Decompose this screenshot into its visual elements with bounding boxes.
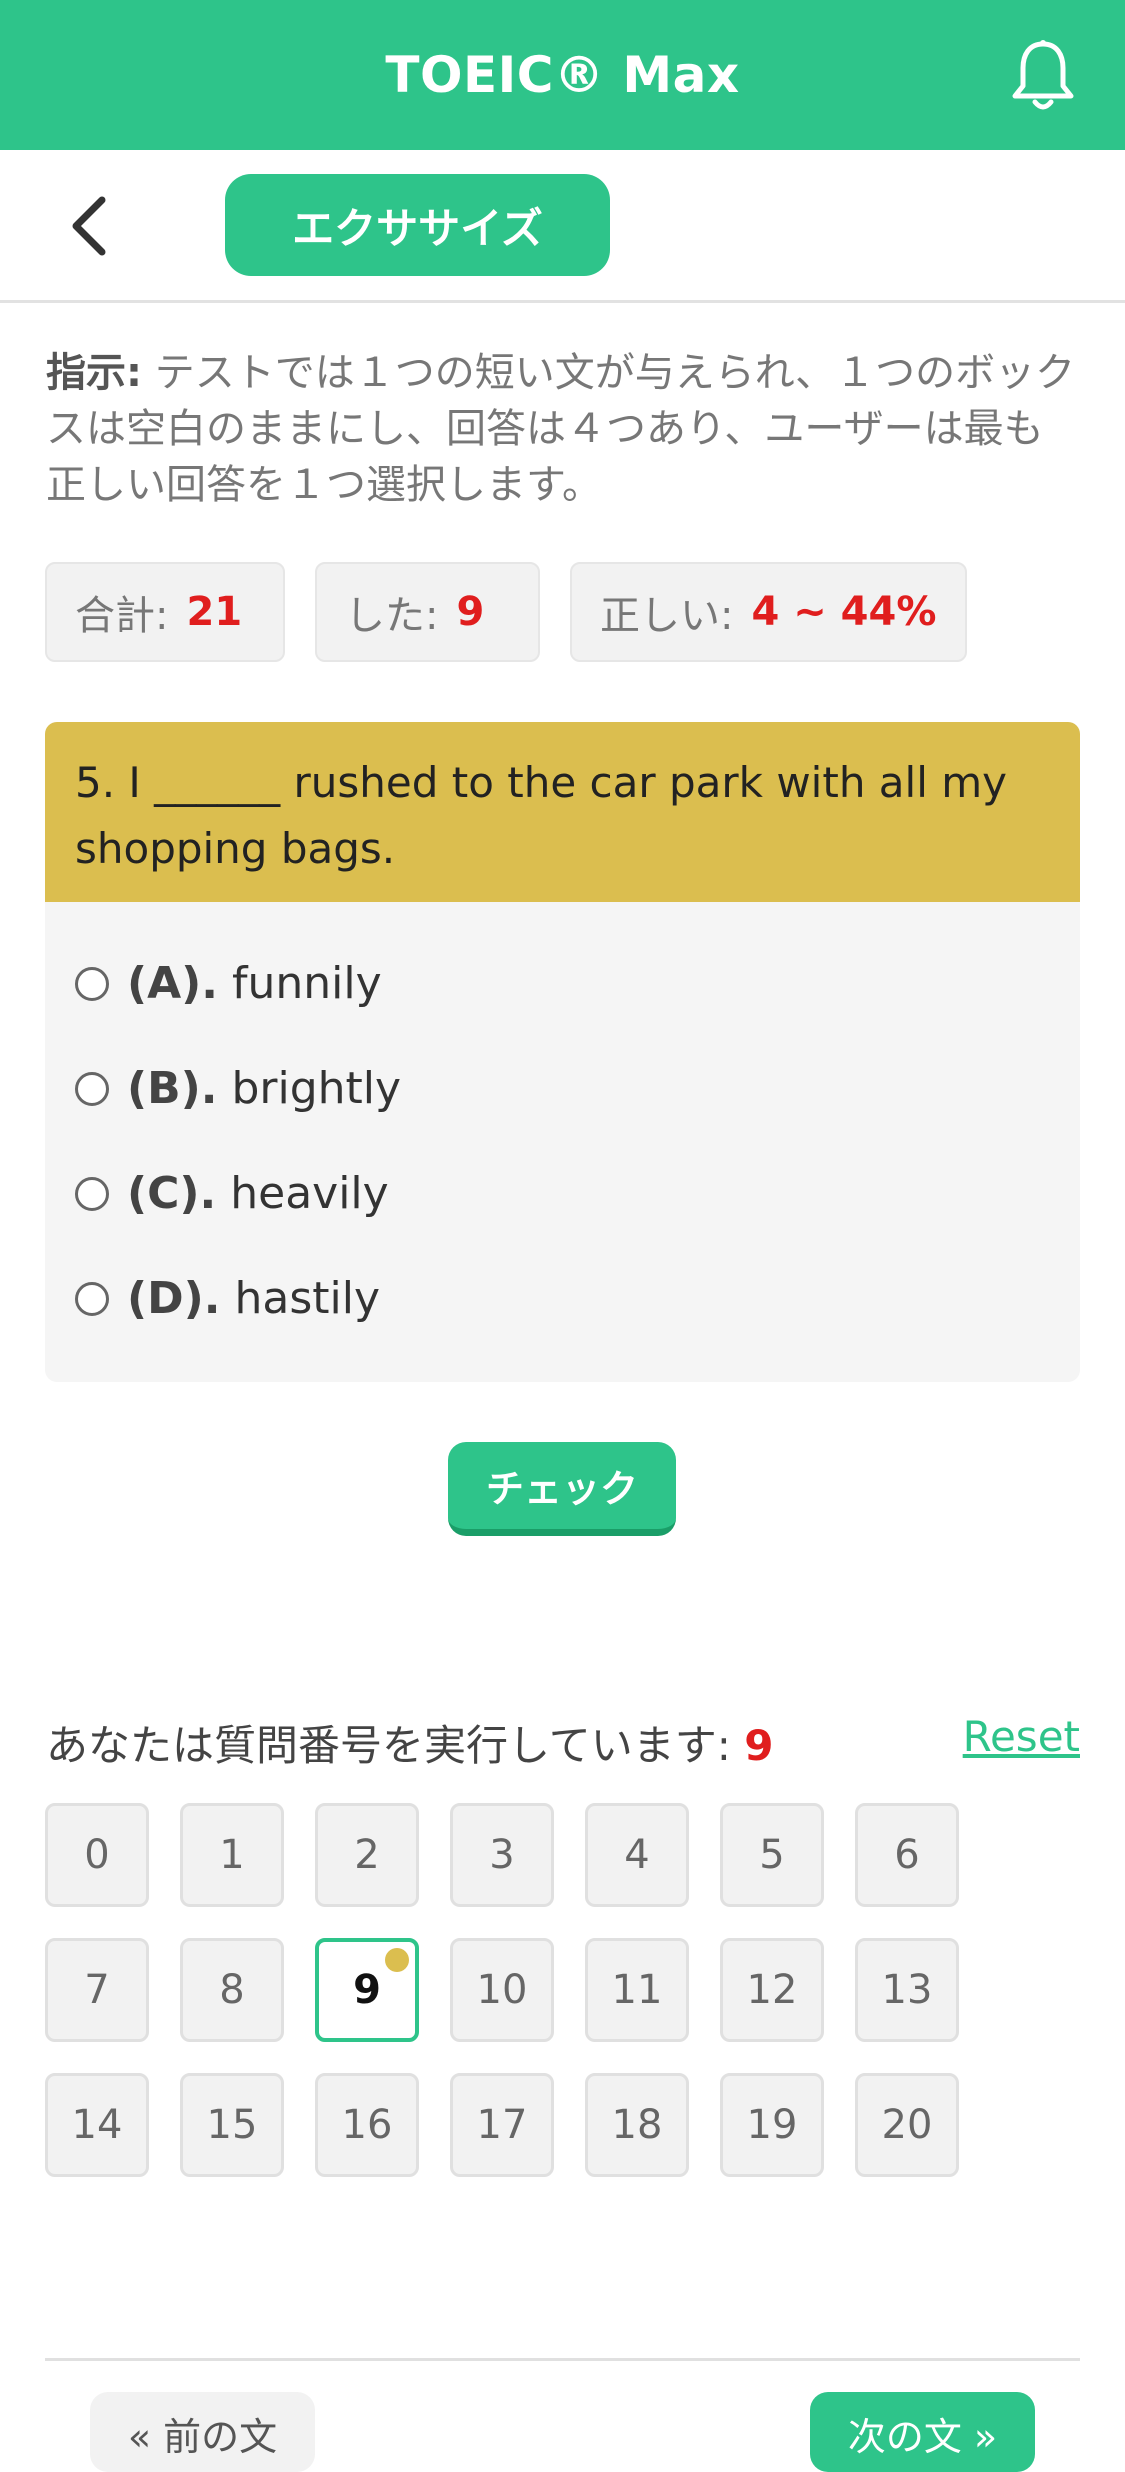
question-number-button[interactable]: 18	[585, 2073, 689, 2177]
stat-total-label: 合計:	[75, 593, 169, 639]
question-card: 5. I ______ rushed to the car park with …	[45, 722, 1080, 1382]
question-number-button[interactable]: 20	[855, 2073, 959, 2177]
next-sentence-button[interactable]: 次の文 »	[810, 2392, 1035, 2472]
radio-button[interactable]	[75, 1071, 109, 1106]
question-number-button[interactable]: 8	[180, 1938, 284, 2042]
stat-correct-value: 4 ~ 44%	[751, 589, 937, 635]
app-title: TOEIC® Max	[385, 46, 740, 104]
radio-button[interactable]	[75, 1281, 109, 1316]
question-number-button[interactable]: 5	[720, 1803, 824, 1907]
question-number-button[interactable]: 3	[450, 1803, 554, 1907]
instructions-label: 指示:	[46, 350, 142, 396]
radio-button[interactable]	[75, 966, 109, 1001]
question-number-label: 9	[353, 1967, 381, 2013]
option-text: funnily	[232, 958, 382, 1009]
current-indicator-dot	[385, 1948, 409, 1972]
running-label: あなたは質問番号を実行しています:	[46, 1721, 731, 1770]
question-number-button[interactable]: 15	[180, 2073, 284, 2177]
instructions-text: テストでは１つの短い文が与えられ、１つのボックスは空白のままにし、回答は４つあり…	[46, 350, 1076, 508]
stat-total: 合計: 21	[45, 562, 285, 662]
question-number-button[interactable]: 1	[180, 1803, 284, 1907]
option-c[interactable]: (C). heavily	[75, 1168, 389, 1219]
divider	[45, 2358, 1080, 2361]
bell-icon[interactable]	[1009, 38, 1077, 112]
stat-total-value: 21	[186, 589, 243, 635]
question-number-button[interactable]: 2	[315, 1803, 419, 1907]
question-number-button[interactable]: 14	[45, 2073, 149, 2177]
chevron-left-icon[interactable]	[62, 196, 118, 256]
instructions: 指示: テストでは１つの短い文が与えられ、１つのボックスは空白のままにし、回答は…	[46, 345, 1076, 513]
tab-exercise[interactable]: エクササイズ	[225, 174, 610, 276]
option-d[interactable]: (D). hastily	[75, 1273, 380, 1324]
question-number-button[interactable]: 4	[585, 1803, 689, 1907]
question-number-button[interactable]: 11	[585, 1938, 689, 2042]
check-button[interactable]: チェック	[448, 1442, 676, 1536]
question-number-button[interactable]: 0	[45, 1803, 149, 1907]
question-number-button[interactable]: 19	[720, 2073, 824, 2177]
stat-done-value: 9	[456, 589, 485, 635]
question-number-button[interactable]: 6	[855, 1803, 959, 1907]
question-number-button[interactable]: 13	[855, 1938, 959, 2042]
question-number-button[interactable]: 12	[720, 1938, 824, 2042]
question-text: 5. I ______ rushed to the car park with …	[45, 722, 1080, 902]
option-text: hastily	[234, 1273, 380, 1324]
option-letter: (A).	[127, 958, 218, 1009]
option-b[interactable]: (B). brightly	[75, 1063, 401, 1114]
reset-link[interactable]: Reset	[963, 1712, 1080, 1761]
option-a[interactable]: (A). funnily	[75, 958, 382, 1009]
stat-done-label: した:	[345, 593, 439, 639]
stat-done: した: 9	[315, 562, 540, 662]
previous-sentence-button[interactable]: « 前の文	[90, 2392, 315, 2472]
question-number-button[interactable]: 17	[450, 2073, 554, 2177]
question-number-button[interactable]: 7	[45, 1938, 149, 2042]
running-question: あなたは質問番号を実行しています: 9	[46, 1712, 774, 1773]
option-letter: (B).	[127, 1063, 218, 1114]
option-text: heavily	[230, 1168, 389, 1219]
option-letter: (C).	[127, 1168, 217, 1219]
option-text: brightly	[231, 1063, 402, 1114]
radio-button[interactable]	[75, 1176, 109, 1211]
running-number: 9	[744, 1721, 774, 1770]
option-letter: (D).	[127, 1273, 221, 1324]
stat-correct: 正しい: 4 ~ 44%	[570, 562, 967, 662]
stat-correct-label: 正しい:	[600, 593, 734, 639]
question-number-button[interactable]: 10	[450, 1938, 554, 2042]
question-number-button-current[interactable]: 9	[315, 1938, 419, 2042]
app-header: TOEIC® Max	[0, 0, 1125, 150]
question-number-button[interactable]: 16	[315, 2073, 419, 2177]
top-nav: エクササイズ	[0, 150, 1125, 303]
